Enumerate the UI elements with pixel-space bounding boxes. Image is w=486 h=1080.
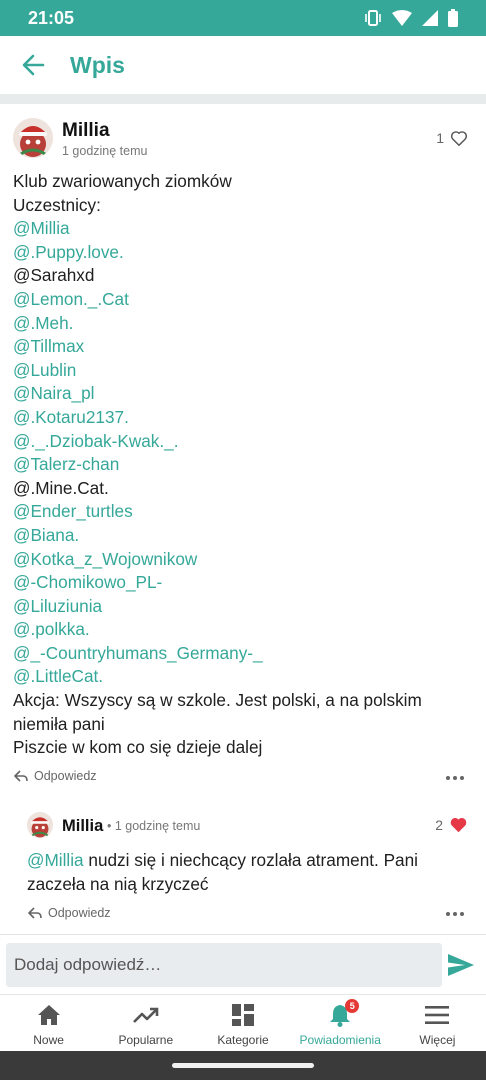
post-author[interactable]: Millia [62, 120, 110, 142]
like-count: 2 [435, 816, 443, 833]
nav-item-powiadomienia[interactable]: 5 Powiadomienia [292, 995, 389, 1051]
status-icons [364, 8, 458, 28]
avatar-image [27, 812, 53, 838]
nav-label: Kategorie [217, 1033, 269, 1047]
post-line: @.Mine.Cat. [13, 477, 109, 498]
avatar[interactable] [27, 812, 53, 838]
system-navigation-bar [0, 1051, 486, 1080]
notification-badge: 5 [345, 999, 360, 1013]
battery-icon [448, 9, 458, 27]
reply-icon [14, 770, 28, 782]
mention-link[interactable]: @Kotka_z_Wojownikow [13, 548, 473, 572]
reply-input[interactable] [6, 943, 442, 987]
mention-link[interactable]: @.Kotaru2137. [13, 406, 473, 430]
back-button[interactable] [18, 50, 48, 80]
post-line: Piszcie w kom co się dzieje dalej [13, 737, 263, 758]
comment-body: @Millia nudzi się i niechcący rozlała at… [27, 848, 467, 896]
mention-link[interactable]: @Tillmax [13, 335, 473, 359]
reply-label: Odpowiedz [34, 769, 97, 783]
like-button[interactable]: 2 [435, 816, 468, 833]
app-bar: Wpis [0, 36, 486, 94]
mention-link[interactable]: @Talerz-chan [13, 453, 473, 477]
nav-item-popularne[interactable]: Popularne [97, 995, 194, 1051]
reply-button[interactable]: Odpowiedz [14, 769, 97, 783]
nav-label: Powiadomienia [299, 1033, 381, 1047]
avatar-image [13, 118, 53, 158]
arrow-left-icon [22, 54, 45, 76]
send-icon [448, 954, 474, 976]
status-bar: 21:05 [0, 0, 486, 36]
menu-icon [425, 1006, 450, 1024]
reply-label: Odpowiedz [48, 906, 111, 920]
mention-link[interactable]: @_-Countryhumans_Germany-_ [13, 642, 473, 666]
mention-link[interactable]: @Lublin [13, 359, 473, 383]
wifi-icon [392, 10, 412, 26]
post-line: Akcja: Wszyscy są w szkole. Jest polski,… [13, 690, 422, 734]
post-time: 1 godzinę temu [62, 144, 148, 158]
post-line: Klub zwariowanych ziomków [13, 171, 232, 191]
comment-text: nudzi się i niechcący rozlała atrament. … [27, 850, 418, 894]
bottom-nav: Nowe Popularne Kategorie 5 Powiadomienia… [0, 994, 486, 1051]
send-button[interactable] [446, 951, 476, 979]
nav-label: Nowe [33, 1033, 64, 1047]
signal-icon [422, 10, 438, 26]
post-body: Klub zwariowanych ziomków Uczestnicy: @M… [13, 170, 473, 760]
post-line: @Sarahxd [13, 265, 95, 286]
nav-label: Więcej [419, 1033, 456, 1047]
home-icon [37, 1005, 60, 1025]
more-options-icon[interactable] [446, 912, 464, 916]
heart-outline-icon [450, 131, 468, 146]
reply-button[interactable]: Odpowiedz [28, 906, 111, 920]
nav-label: Popularne [118, 1033, 174, 1047]
mention-link[interactable]: @.polkka. [13, 618, 473, 642]
mention-link[interactable]: @._.Dziobak-Kwak._. [13, 430, 473, 454]
heart-filled-icon [450, 818, 467, 833]
mention-link[interactable]: @Millia [13, 217, 473, 241]
nav-item-wiecej[interactable]: Więcej [389, 995, 486, 1051]
divider [0, 94, 486, 104]
comment-author[interactable]: Millia [62, 817, 103, 836]
status-time: 21:05 [28, 8, 75, 28]
mention-link[interactable]: @-Chomikowo_PL- [13, 571, 473, 595]
home-gesture-handle[interactable] [172, 1063, 314, 1068]
mention-link[interactable]: @Millia [27, 850, 84, 870]
reply-input-bar [0, 934, 486, 994]
more-options-icon[interactable] [446, 776, 464, 780]
mention-link[interactable]: @.LittleCat. [13, 665, 473, 689]
mention-link[interactable]: @Biana. [13, 524, 473, 548]
nav-item-kategorie[interactable]: Kategorie [194, 995, 291, 1051]
post-line: Uczestnicy: [13, 194, 101, 215]
reply-icon [28, 907, 42, 919]
like-count: 1 [436, 130, 444, 146]
avatar[interactable] [13, 118, 53, 158]
comment-time: • 1 godzinę temu [107, 819, 201, 833]
vibrate-icon [365, 10, 381, 26]
mention-link[interactable]: @Ender_turtles [13, 500, 473, 524]
mention-link[interactable]: @Lemon._.Cat [13, 288, 473, 312]
mention-link[interactable]: @Naira_pl [13, 382, 473, 406]
page-title: Wpis [70, 52, 125, 78]
trending-icon [132, 1007, 159, 1023]
mention-link[interactable]: @.Meh. [13, 312, 473, 336]
like-button[interactable]: 1 [436, 130, 468, 146]
mention-link[interactable]: @.Puppy.love. [13, 241, 473, 265]
mention-link[interactable]: @Liluziunia [13, 595, 473, 619]
nav-item-nowe[interactable]: Nowe [0, 995, 97, 1051]
grid-icon [232, 1004, 254, 1026]
